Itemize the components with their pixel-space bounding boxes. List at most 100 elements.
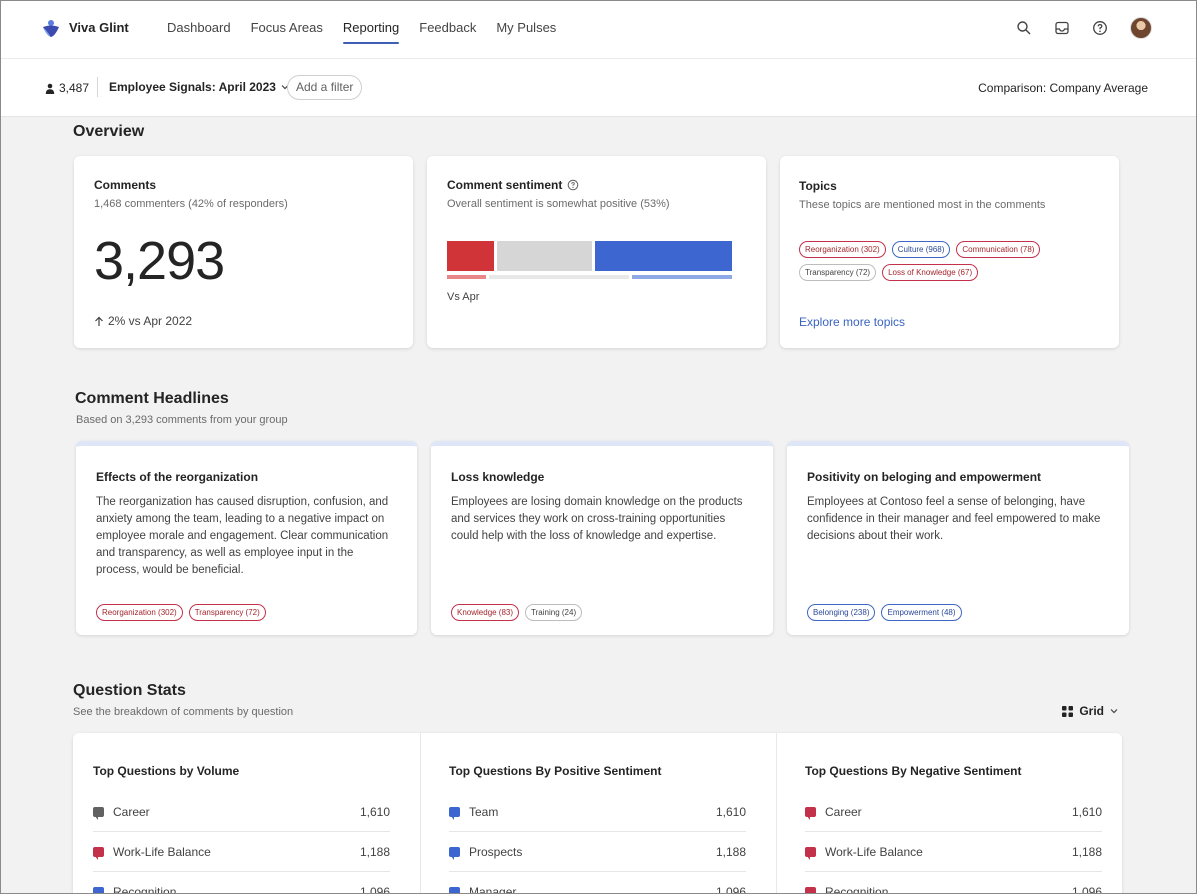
question-label: Work-Life Balance: [113, 844, 211, 859]
help-icon[interactable]: [567, 179, 579, 191]
question-label: Prospects: [469, 844, 523, 859]
question-count: 1,610: [1071, 804, 1102, 819]
headline-card[interactable]: Loss knowledge Employees are losing doma…: [431, 441, 773, 635]
question-row[interactable]: Work-Life Balance 1,188: [93, 832, 390, 872]
topic-tag[interactable]: Knowledge (83): [451, 604, 520, 621]
topic-tag[interactable]: Culture (968): [891, 241, 951, 258]
topics-card-title: Topics: [799, 179, 837, 193]
comment-icon: [93, 806, 104, 820]
topic-tag[interactable]: Communication (78): [956, 241, 1041, 258]
comments-delta: 2% vs Apr 2022: [94, 314, 192, 328]
comment-icon: [93, 846, 104, 860]
filter-bar: 3,487 Employee Signals: April 2023 Add a…: [1, 59, 1196, 117]
nav-reporting[interactable]: Reporting: [342, 20, 400, 45]
previous-positive-segment: [631, 275, 732, 279]
sentiment-positive-segment[interactable]: [595, 241, 732, 271]
nav-my-pulses[interactable]: My Pulses: [496, 20, 556, 45]
question-row[interactable]: Prospects 1,188: [449, 832, 746, 872]
survey-selector[interactable]: Employee Signals: April 2023: [109, 80, 289, 94]
question-label: Recognition: [113, 884, 177, 894]
column-divider: [776, 733, 777, 893]
question-stats-heading: Question Stats: [73, 682, 186, 699]
topics-card: Topics These topics are mentioned most i…: [780, 156, 1119, 348]
header-actions: [1016, 17, 1152, 39]
topic-tag[interactable]: Reorganization (302): [96, 604, 183, 621]
sentiment-negative-segment[interactable]: [447, 241, 495, 271]
inbox-icon[interactable]: [1054, 20, 1070, 36]
question-row[interactable]: Career 1,610: [93, 792, 390, 832]
sentiment-card: Comment sentiment Overall sentiment is s…: [427, 156, 766, 348]
column-divider: [420, 733, 421, 893]
question-row[interactable]: Manager 1,096: [449, 872, 746, 893]
population-count-value: 3,487: [59, 81, 90, 95]
topic-tag[interactable]: Empowerment (48): [881, 604, 962, 621]
nav-dashboard[interactable]: Dashboard: [167, 20, 231, 45]
view-selector-label: Grid: [1079, 704, 1104, 718]
question-label: Work-Life Balance: [825, 844, 923, 859]
headline-body: Employees are losing domain knowledge on…: [451, 496, 743, 542]
view-selector[interactable]: Grid: [1062, 704, 1118, 718]
previous-period-label: Vs Apr: [447, 291, 480, 303]
questions-by-positive-column: Top Questions By Positive Sentiment Team…: [429, 733, 776, 893]
search-icon[interactable]: [1016, 20, 1032, 36]
sentiment-neutral-segment[interactable]: [497, 241, 593, 271]
comments-card-title: Comments: [94, 178, 157, 192]
question-row[interactable]: Recognition 1,096: [805, 872, 1102, 894]
headline-tags: Knowledge (83) Training (24): [451, 604, 583, 621]
topic-tag[interactable]: Reorganization (302): [799, 241, 886, 258]
comment-icon: [93, 886, 104, 893]
chevron-down-icon: [1110, 709, 1118, 714]
topic-tags: Reorganization (302) Culture (968) Commu…: [799, 241, 1059, 281]
question-row[interactable]: Team 1,610: [449, 792, 746, 832]
question-count: 1,096: [359, 884, 390, 894]
comment-icon: [449, 846, 460, 860]
comments-card: Comments 1,468 commenters (42% of respon…: [74, 156, 413, 348]
person-icon: [45, 83, 55, 94]
questions-by-volume-column: Top Questions by Volume Career 1,610 Wor…: [73, 733, 420, 894]
question-count: 1,188: [715, 844, 746, 859]
user-avatar[interactable]: [1130, 17, 1152, 39]
question-count: 1,188: [359, 844, 390, 859]
question-stats-panel: Top Questions by Volume Career 1,610 Wor…: [73, 733, 1122, 894]
topic-tag[interactable]: Transparency (72): [188, 604, 266, 621]
question-row[interactable]: Career 1,610: [805, 792, 1102, 832]
previous-negative-segment: [447, 275, 487, 279]
headline-card[interactable]: Effects of the reorganization The reorga…: [76, 441, 417, 635]
topic-tag[interactable]: Transparency (72): [799, 264, 877, 281]
question-label: Career: [113, 804, 150, 819]
question-row[interactable]: Recognition 1,096: [93, 872, 390, 894]
question-row[interactable]: Work-Life Balance 1,188: [805, 832, 1102, 872]
add-filter-button[interactable]: Add a filter: [287, 75, 363, 100]
app-window: Viva Glint Dashboard Focus Areas Reporti…: [0, 0, 1197, 894]
comment-icon: [805, 886, 816, 893]
column-title: Top Questions by Volume: [93, 764, 240, 778]
help-icon[interactable]: [1092, 20, 1108, 36]
headline-card[interactable]: Positivity on beloging and empowerment E…: [787, 441, 1129, 635]
headline-tags: Reorganization (302) Transparency (72): [96, 604, 266, 621]
topic-tag[interactable]: Belonging (238): [807, 604, 876, 621]
question-count: 1,188: [1071, 844, 1102, 859]
headline-body: The reorganization has caused disruption…: [96, 496, 389, 576]
filter-divider: [97, 77, 98, 97]
sentiment-card-header: Comment sentiment: [447, 178, 579, 192]
nav-feedback[interactable]: Feedback: [419, 20, 476, 45]
topic-tag[interactable]: Training (24): [525, 604, 583, 621]
brand-name: Viva Glint: [69, 20, 129, 35]
questions-by-negative-column: Top Questions By Negative Sentiment Care…: [785, 733, 1132, 894]
explore-topics-link[interactable]: Explore more topics: [799, 315, 905, 329]
viva-glint-logo-icon: [43, 20, 59, 37]
question-count: 1,096: [1071, 884, 1102, 894]
arrow-up-icon: [95, 316, 103, 326]
comment-icon: [449, 806, 460, 820]
survey-selector-label: Employee Signals: April 2023: [109, 80, 276, 94]
sentiment-card-subtitle: Overall sentiment is somewhat positive (…: [447, 198, 670, 210]
topics-card-subtitle: These topics are mentioned most in the c…: [799, 199, 1046, 211]
comments-delta-text: 2% vs Apr 2022: [108, 314, 193, 328]
comparison-label[interactable]: Comparison: Company Average: [978, 81, 1148, 95]
headline-title: Effects of the reorganization: [96, 470, 259, 484]
nav-focus-areas[interactable]: Focus Areas: [251, 20, 323, 45]
headlines-subtitle: Based on 3,293 comments from your group: [76, 414, 288, 426]
topic-tag[interactable]: Loss of Knowledge (67): [882, 264, 979, 281]
question-label: Career: [825, 804, 862, 819]
sentiment-bar[interactable]: [447, 241, 732, 271]
